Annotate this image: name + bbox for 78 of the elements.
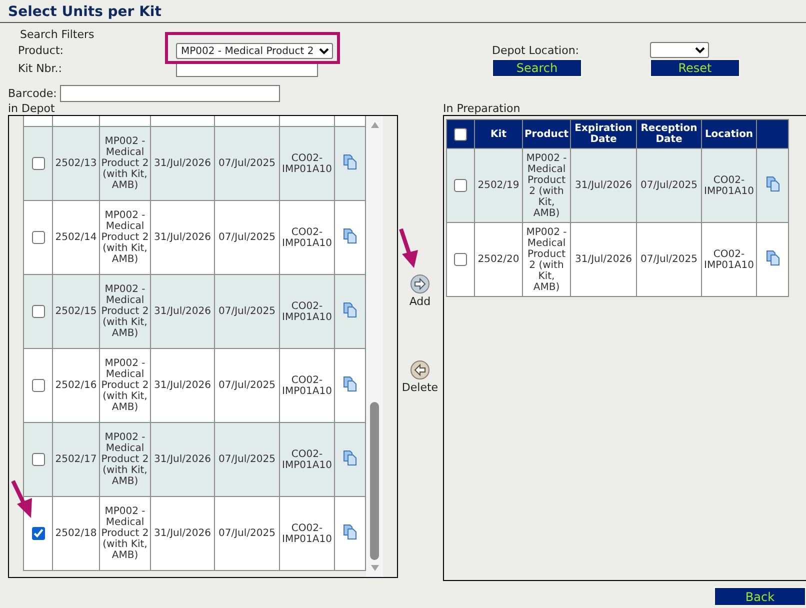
annotation-arrow [11, 480, 35, 520]
location-cell: CO02-IMP01A10 [280, 274, 334, 348]
location-cell: CO02-IMP01A10 [280, 496, 334, 570]
kit-number-label: Kit Nbr.: [18, 62, 64, 74]
row-checkbox[interactable] [454, 179, 467, 192]
row-checkbox[interactable] [32, 379, 44, 392]
scrollbar[interactable] [366, 116, 383, 577]
reception-date-cell: 07/Jul/2025 [214, 274, 280, 348]
product-dropdown[interactable]: MP002 - Medical Product 2 [176, 43, 333, 59]
product-label: Product: [18, 44, 64, 56]
product-cell: MP002 - Medical Product 2 (with Kit, AMB) [100, 422, 150, 496]
documents-icon[interactable] [343, 154, 357, 170]
depot-location-label: Depot Location: [492, 44, 580, 56]
search-button[interactable]: Search [492, 59, 582, 77]
filters-heading: Search Filters [19, 27, 96, 41]
scroll-down-icon[interactable] [370, 564, 380, 572]
kit-cell: 2502/17 [52, 422, 100, 496]
barcode-field[interactable] [60, 85, 280, 102]
back-button[interactable]: Back [714, 587, 806, 606]
expiration-date-cell: 31/Jul/2026 [150, 496, 214, 570]
row-checkbox[interactable] [454, 253, 467, 266]
kit-number-field[interactable] [176, 63, 318, 77]
documents-icon[interactable] [766, 250, 780, 266]
column-header: Reception Date [636, 120, 702, 148]
chevron-down-icon [695, 46, 705, 54]
barcode-label: Barcode: [8, 87, 57, 100]
reception-date-cell: 07/Jul/2025 [214, 126, 280, 200]
chevron-down-icon [319, 48, 329, 54]
product-cell: MP002 - Medical Product 2 (with Kit, AMB) [522, 148, 570, 222]
kit-cell: 2502/15 [52, 274, 100, 348]
documents-icon[interactable] [343, 228, 357, 244]
scrollbar-thumb[interactable] [370, 402, 379, 560]
kit-cell: 2502/19 [474, 148, 522, 222]
delete-button[interactable]: Delete [400, 360, 440, 394]
product-cell: MP002 - Medical Product 2 (with Kit, AMB) [522, 222, 570, 296]
section-title: in Depot [8, 102, 56, 115]
documents-icon[interactable] [343, 302, 357, 318]
page-title: Select Units per Kit [0, 0, 806, 23]
row-checkbox[interactable] [32, 305, 44, 318]
kit-cell: 2502/18 [52, 496, 100, 570]
column-header: Location [702, 120, 756, 148]
column-header: Expiration Date [570, 120, 636, 148]
reception-date-cell: 07/Jul/2025 [636, 148, 702, 222]
location-cell: CO02-IMP01A10 [280, 126, 334, 200]
product-cell: MP002 - Medical Product 2 (with Kit, AMB) [100, 496, 150, 570]
row-checkbox[interactable] [32, 157, 44, 170]
reception-date-cell: 07/Jul/2025 [636, 222, 702, 296]
product-cell: MP002 - Medical Product 2 (with Kit, AMB) [100, 274, 150, 348]
documents-icon[interactable] [766, 176, 780, 192]
reception-date-cell: 07/Jul/2025 [214, 496, 280, 570]
kit-cell: 2502/20 [474, 222, 522, 296]
kit-cell: 2502/13 [52, 126, 100, 200]
expiration-date-cell: 31/Jul/2026 [150, 422, 214, 496]
select-all-checkbox[interactable] [454, 128, 467, 140]
column-header: Kit [474, 120, 522, 148]
reset-button[interactable]: Reset [650, 59, 740, 77]
expiration-date-cell: 31/Jul/2026 [150, 126, 214, 200]
location-cell: CO02-IMP01A10 [702, 222, 756, 296]
product-cell: MP002 - Medical Product 2 (with Kit, AMB) [100, 126, 150, 200]
documents-icon[interactable] [343, 450, 357, 466]
row-checkbox[interactable] [32, 231, 44, 244]
location-cell: CO02-IMP01A10 [702, 148, 756, 222]
row-checkbox[interactable] [32, 527, 44, 540]
documents-icon[interactable] [343, 376, 357, 392]
location-cell: CO02-IMP01A10 [280, 422, 334, 496]
arrow-right-icon [410, 274, 430, 294]
add-button[interactable]: Add [400, 274, 440, 308]
section-title: In Preparation [443, 102, 522, 115]
expiration-date-cell: 31/Jul/2026 [150, 274, 214, 348]
arrow-left-icon [410, 360, 430, 380]
row-checkbox[interactable] [32, 453, 44, 466]
column-header: Product [522, 120, 570, 148]
expiration-date-cell: 31/Jul/2026 [570, 222, 636, 296]
documents-icon[interactable] [343, 524, 357, 540]
reception-date-cell: 07/Jul/2025 [214, 422, 280, 496]
expiration-date-cell: 31/Jul/2026 [570, 148, 636, 222]
depot-location-dropdown[interactable] [650, 42, 709, 58]
scroll-up-icon[interactable] [370, 121, 380, 129]
